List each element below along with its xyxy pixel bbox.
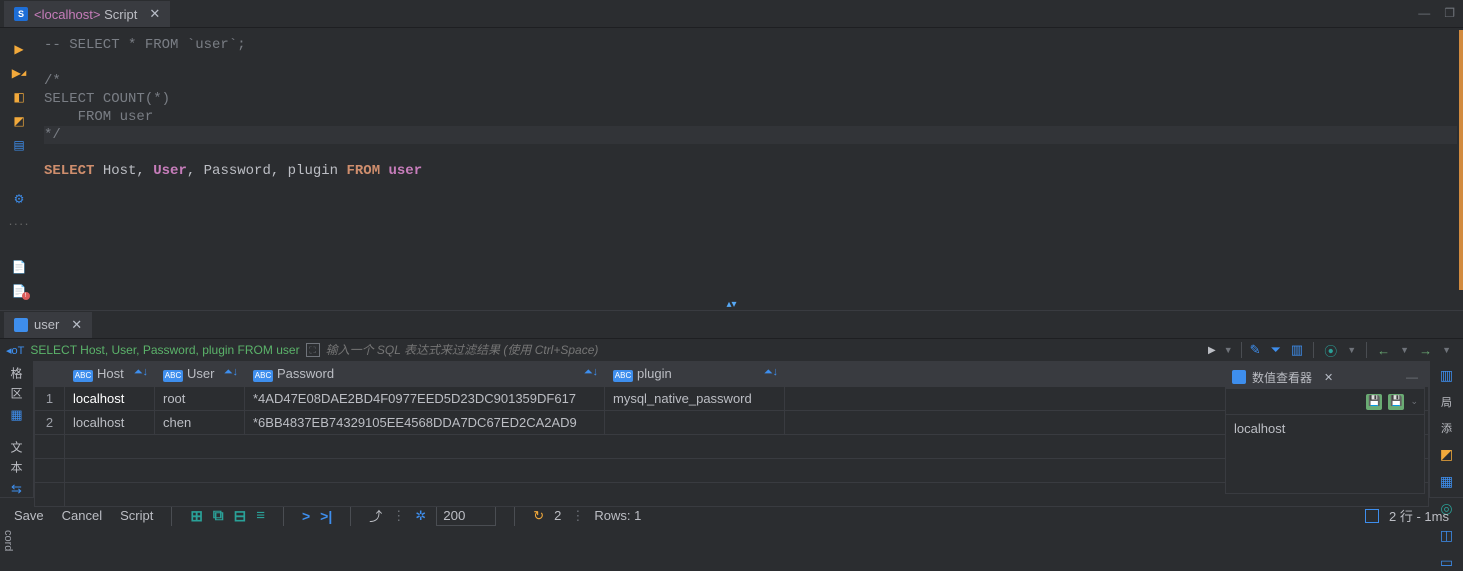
table-icon [14,318,28,332]
save-button[interactable]: Save [14,508,44,523]
link-icon[interactable]: ⦿ [1324,341,1337,360]
sql-editor[interactable]: -- SELECT * FROM `user`; /* SELECT COUNT… [38,28,1463,298]
grid-view-button-2[interactable]: 区 [8,387,25,399]
results-tab[interactable]: user ✕ [4,312,92,338]
script-button[interactable]: Script [120,508,153,523]
file-error-icon[interactable]: 📄! [11,284,28,298]
chevron-down-icon[interactable]: ⌄ [1410,396,1418,407]
filter-funnel-icon[interactable]: ⏷ [1271,342,1281,358]
page-prev-icon[interactable]: > [302,508,310,524]
save-as-icon[interactable]: 💾 [1388,394,1404,410]
editor-tab[interactable]: S <localhost> Script ✕ [4,1,170,27]
left-view-tools: 格 区 ▦ 文 本 ⇆ [0,361,34,497]
duplicate-row-icon[interactable]: ⧉ [213,507,224,524]
editor-area: ▶ ▶◢ ◧ ◩ ▤ ⚙ ···· 📄 📄! -- SELECT * FROM … [0,28,1463,298]
executed-query[interactable]: SELECT Host, User, Password, plugin FROM… [30,343,299,357]
refresh-icon[interactable]: ↻ [533,508,544,524]
query-link-icon[interactable]: ◂oT [6,344,24,357]
gear-icon[interactable]: ✲ [415,508,426,524]
split-handle[interactable]: ▴▾ [0,298,1463,310]
columns-icon[interactable]: ▥ [1291,342,1303,358]
table-row[interactable]: 1 localhost root *4AD47E08DAE2BD4F0977EE… [35,387,1429,411]
execute-icon[interactable]: ▶ [11,42,28,56]
expand-icon[interactable]: ⛶ [306,343,320,357]
results-tab-bar: user ✕ [0,311,1463,339]
pencil-icon[interactable]: ✎ [1250,342,1261,358]
chart-icon[interactable]: ◩ [1440,446,1453,463]
side-label: cord [0,526,16,555]
save-value-icon[interactable]: 💾 [1366,394,1382,410]
filter-bar: ◂oT SELECT Host, User, Password, plugin … [0,339,1463,361]
edit-row-icon[interactable]: ≡ [256,507,265,524]
filter-input[interactable] [326,343,1202,357]
link-menu-icon[interactable]: ▼ [1347,345,1356,355]
nav-back-icon[interactable]: ← [1377,343,1390,358]
results-tab-label: user [34,317,59,332]
apply-filter-icon[interactable]: ▶ [1208,345,1216,356]
record-icon[interactable]: ◫ [1440,527,1453,544]
scrollbar-marker [1459,30,1463,290]
file-icon[interactable]: 📄 [11,260,28,274]
column-header-user[interactable]: ABCUser⏶↓ [155,362,245,387]
minimize-icon[interactable]: — [1418,6,1430,20]
plan-icon[interactable]: ◩ [11,114,28,128]
close-icon[interactable]: ✕ [149,6,160,22]
status-text: 2 行 - 1ms [1389,506,1449,525]
right-view-tools: ▥ 局 添 ◩ ▦ ◎ ◫ ▭ [1429,361,1463,497]
tab-title: Script [104,7,137,22]
results-grid[interactable]: ABCHost⏶↓ ABCUser⏶↓ ABCPassword⏶↓ ABCplu… [34,361,1429,497]
filter-history-icon[interactable]: ▼ [1224,345,1233,355]
nav-fwd-icon[interactable]: → [1419,343,1432,358]
page-last-icon[interactable]: >| [320,508,332,524]
script-file-icon: S [14,7,28,21]
tab-connection: <localhost> [34,7,101,22]
panels-icon[interactable]: ▥ [1440,367,1453,384]
viewer-value[interactable]: localhost [1226,415,1424,442]
editor-tab-bar: S <localhost> Script ✕ — ❐ [0,0,1463,28]
execute-script-icon[interactable]: ▶◢ [11,66,28,80]
add-row-icon[interactable]: ⊞ [190,507,203,525]
viewer-icon [1232,370,1246,384]
explain-icon[interactable]: ◧ [11,90,28,104]
restore-icon[interactable]: ❐ [1444,6,1455,20]
value-viewer-panel: 数值查看器 ✕ — 💾 💾 ⌄ localhost [1225,364,1425,494]
grid-mode-icon[interactable]: ▦ [10,407,22,423]
layout-icon[interactable] [1365,509,1379,523]
column-header-host[interactable]: ABCHost⏶↓ [65,362,155,387]
minimize-icon[interactable]: — [1406,370,1418,384]
grid-view-button[interactable]: 格 [8,367,25,379]
text-mode-icon[interactable]: ⇆ [11,481,22,497]
text-view-button[interactable]: 文 [8,441,25,453]
page-size-input[interactable] [436,505,496,526]
rownum-header[interactable] [35,362,65,387]
cancel-button[interactable]: Cancel [62,508,102,523]
outline-icon[interactable]: ▤ [11,138,28,152]
delete-row-icon[interactable]: ⊟ [234,507,247,525]
column-header-plugin[interactable]: ABCplugin⏶↓ [605,362,785,387]
text-view-button-2[interactable]: 本 [8,461,25,473]
close-icon[interactable]: ✕ [1324,371,1333,384]
close-icon[interactable]: ✕ [71,317,82,333]
viewer-title: 数值查看器 [1252,369,1312,386]
table-row[interactable]: 2 localhost chen *6BB4837EB74329105EE456… [35,411,1429,435]
export-side-icon[interactable]: ▭ [1440,554,1453,571]
editor-gutter: ▶ ▶◢ ◧ ◩ ▤ ⚙ ···· 📄 📄! [0,28,38,298]
calc-icon[interactable]: ▦ [1440,473,1453,490]
selected-cell: localhost [65,387,155,411]
export-icon[interactable]: ⤴ [369,506,382,525]
more-icon[interactable]: ···· [8,216,29,231]
column-header-password[interactable]: ABCPassword⏶↓ [245,362,605,387]
settings-icon[interactable]: ⚙ [11,192,28,206]
